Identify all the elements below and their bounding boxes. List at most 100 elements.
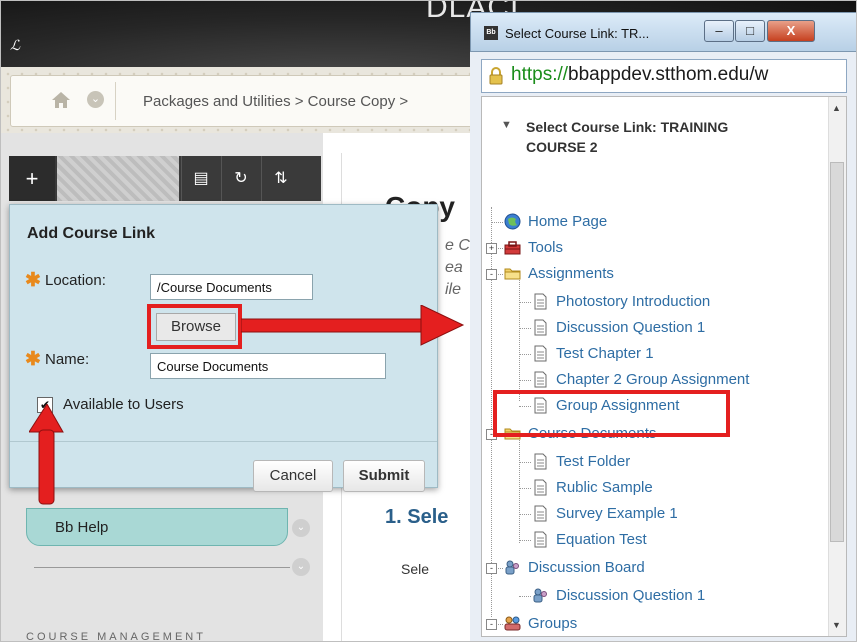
- breadcrumb: ⌄ Packages and Utilities > Course Copy >: [10, 75, 482, 127]
- add-menu-item-button[interactable]: +: [9, 156, 55, 201]
- section-heading: 1. Sele: [385, 506, 449, 528]
- discussion-icon: [532, 587, 549, 604]
- globe-icon: [504, 213, 521, 230]
- collapse-icon[interactable]: -: [486, 619, 497, 630]
- document-icon: [532, 479, 549, 496]
- course-link-tree: ▼ Select Course Link: TRAINING COURSE 2 …: [481, 96, 847, 637]
- tree-item-link[interactable]: Test Folder: [556, 453, 630, 470]
- breadcrumb-text[interactable]: Packages and Utilities > Course Copy >: [143, 93, 408, 110]
- tree-connector: [519, 328, 531, 329]
- required-star-icon: ✱: [25, 270, 41, 291]
- scroll-up-icon[interactable]: ▲: [832, 103, 841, 113]
- blackboard-app-icon: Bb: [484, 26, 498, 40]
- tree-connector: [519, 354, 531, 355]
- discussion-icon: [504, 559, 521, 576]
- toolbox-icon: [504, 239, 521, 256]
- dialog-divider: [10, 441, 437, 442]
- bb-help-label: Bb Help: [55, 519, 109, 536]
- name-field[interactable]: Course Documents: [150, 353, 386, 379]
- window-titlebar: Bb Select Course Link: TR... – □ X: [470, 12, 856, 52]
- right-arrow-annotation: [241, 305, 465, 346]
- course-documents-highlight-box: [493, 390, 730, 437]
- lock-icon: [489, 67, 503, 85]
- ghost-text-line-1: e C: [445, 237, 470, 254]
- tree-item-link[interactable]: Discussion Question 1: [556, 319, 705, 336]
- tree-connector: [519, 514, 531, 515]
- select-course-link-window: Bb Select Course Link: TR... – □ X https…: [470, 12, 856, 641]
- minimize-button[interactable]: –: [704, 20, 734, 42]
- collapse-icon[interactable]: -: [486, 563, 497, 574]
- browse-highlight-box: [147, 304, 242, 349]
- document-icon: [532, 531, 549, 548]
- document-icon: [532, 293, 549, 310]
- refresh-button[interactable]: ↻: [221, 156, 260, 201]
- document-icon: [532, 371, 549, 388]
- tree-connector: [519, 596, 531, 597]
- collapse-triangle-icon: ▼: [501, 119, 512, 131]
- course-menu-toolbar: + ▤ ↻ ⇅: [9, 156, 321, 201]
- tree-item-link[interactable]: Test Chapter 1: [556, 345, 654, 362]
- address-bar[interactable]: https://bbappdev.stthom.edu/w: [481, 59, 847, 93]
- document-icon: [532, 505, 549, 522]
- name-label: Name:: [45, 351, 90, 368]
- url-host: bbappdev.stthom.edu/w: [568, 64, 769, 85]
- course-management-heading: COURSE MANAGEMENT: [26, 631, 206, 642]
- tree-item-link[interactable]: Discussion Question 1: [556, 587, 705, 604]
- tree-connector: [519, 302, 531, 303]
- tree-connector: [491, 222, 503, 223]
- tree-item-link[interactable]: Photostory Introduction: [556, 293, 710, 310]
- tree-item-link[interactable]: Home Page: [528, 213, 607, 230]
- document-icon: [532, 345, 549, 362]
- chevron-down-icon[interactable]: ⌄: [292, 558, 310, 576]
- scroll-down-icon[interactable]: ▼: [832, 620, 841, 630]
- breadcrumb-divider: [115, 82, 116, 120]
- available-label: Available to Users: [63, 396, 184, 413]
- tree-item-link[interactable]: Discussion Board: [528, 559, 645, 576]
- document-icon: [532, 453, 549, 470]
- tree-connector: [519, 462, 531, 463]
- tree-connector: [519, 488, 531, 489]
- dialog-title: Add Course Link: [27, 225, 156, 242]
- up-arrow-annotation: [29, 404, 64, 505]
- folder-view-button[interactable]: ▤: [181, 156, 220, 201]
- tree-item-link[interactable]: Rublic Sample: [556, 479, 653, 496]
- expand-icon[interactable]: +: [486, 243, 497, 254]
- url-text: https://bbappdev.stthom.edu/w: [511, 64, 768, 86]
- bb-help-button[interactable]: Bb Help: [26, 508, 288, 546]
- tree-item-link[interactable]: Assignments: [528, 265, 614, 282]
- folder-icon: [504, 265, 521, 282]
- scrollbar-thumb[interactable]: [830, 162, 844, 542]
- tree-connector: [519, 273, 520, 401]
- tree-item-link[interactable]: Survey Example 1: [556, 505, 678, 522]
- screenshot-frame: ℒ DLACI ⌄ Packages and Utilities > Cours…: [0, 0, 857, 642]
- tree-item-link[interactable]: Chapter 2 Group Assignment: [556, 371, 749, 388]
- chevron-down-icon[interactable]: ⌄: [292, 519, 310, 537]
- tree-connector: [519, 435, 520, 543]
- cancel-button[interactable]: Cancel: [253, 460, 333, 492]
- close-button[interactable]: X: [767, 20, 815, 42]
- tree-scrollbar[interactable]: ▲ ▼: [828, 97, 846, 636]
- maximize-button[interactable]: □: [735, 20, 765, 42]
- window-title: Select Course Link: TR...: [505, 26, 650, 41]
- document-icon: [532, 319, 549, 336]
- tree-item-link[interactable]: Groups: [528, 615, 577, 632]
- collapse-icon[interactable]: -: [486, 269, 497, 280]
- submit-button[interactable]: Submit: [343, 460, 425, 492]
- home-icon[interactable]: [51, 91, 71, 109]
- chevron-down-icon[interactable]: ⌄: [87, 91, 104, 108]
- pin-icon[interactable]: ℒ: [10, 37, 20, 54]
- reorder-button[interactable]: ⇅: [261, 156, 300, 201]
- tree-item-link[interactable]: Tools: [528, 239, 563, 256]
- required-star-icon: ✱: [25, 349, 41, 370]
- tree-header-label: Select Course Link: TRAINING COURSE 2: [526, 119, 729, 155]
- tree-connector: [519, 380, 531, 381]
- ghost-text-line-2: ea: [445, 259, 463, 276]
- section-text: Sele: [401, 561, 430, 577]
- location-field[interactable]: /Course Documents: [150, 274, 313, 300]
- location-label: Location:: [45, 272, 106, 289]
- menu-divider: [34, 567, 290, 568]
- ghost-text-line-3: ile: [445, 281, 462, 298]
- url-scheme: https://: [511, 64, 569, 85]
- tree-item-link[interactable]: Equation Test: [556, 531, 647, 548]
- toolbar-pattern: [57, 156, 179, 201]
